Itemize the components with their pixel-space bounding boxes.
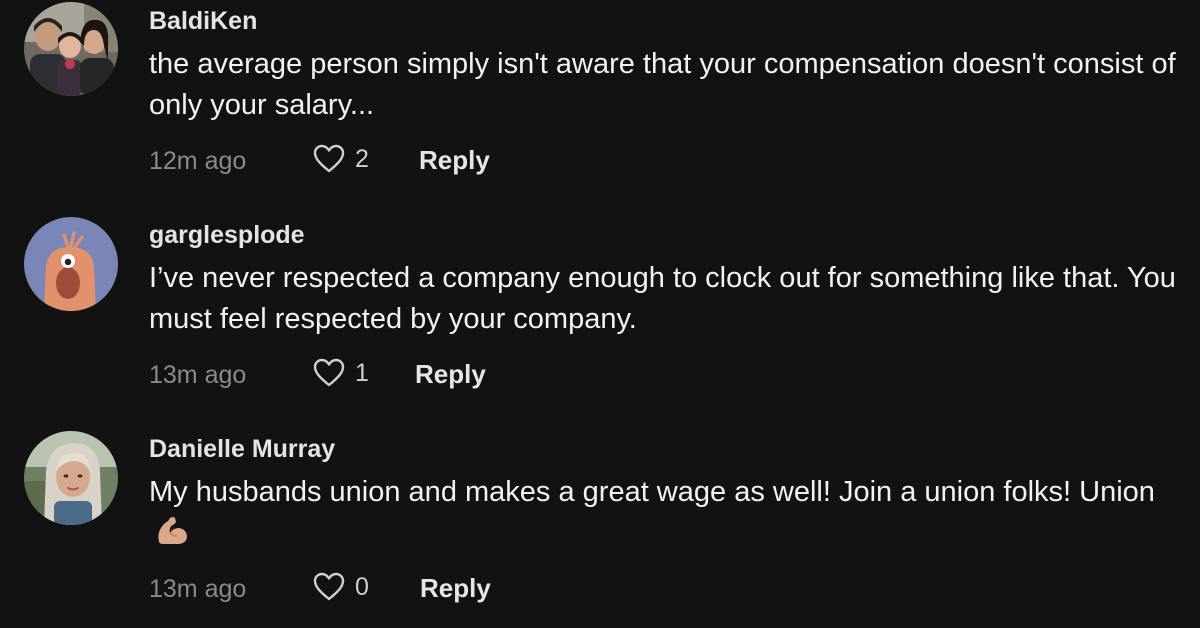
like-count: 0	[355, 572, 369, 601]
comment-timestamp: 12m ago	[149, 147, 247, 175]
comment-item: garglesplode I’ve never respected a comp…	[0, 214, 1200, 428]
comment-list: BaldiKen the average person simply isn't…	[0, 0, 1200, 628]
comment-meta: 13m ago 0 Reply	[149, 571, 649, 607]
comment-meta: 12m ago 2 Reply	[149, 143, 649, 179]
user-avatar[interactable]	[24, 2, 118, 96]
profile-photo-avatar	[24, 431, 118, 525]
like-button[interactable]: 0	[313, 571, 369, 603]
like-count: 1	[355, 358, 369, 387]
heart-icon	[313, 144, 345, 173]
comment-timestamp: 13m ago	[149, 361, 247, 389]
like-count: 2	[355, 144, 369, 173]
comment-meta: 13m ago 1 Reply	[149, 357, 649, 393]
comment-text-content: My husbands union and makes a great wage…	[149, 476, 1155, 508]
comment-username[interactable]: Danielle Murray	[149, 435, 335, 464]
heart-icon	[313, 572, 345, 601]
comment-item: Danielle Murray My husbands union and ma…	[0, 428, 1200, 628]
comment-text: My husbands union and makes a great wage…	[149, 472, 1179, 558]
reply-button[interactable]: Reply	[415, 359, 486, 390]
heart-icon	[313, 358, 345, 387]
comment-username[interactable]: garglesplode	[149, 221, 305, 250]
family-photo-avatar	[24, 2, 118, 96]
like-button[interactable]: 2	[313, 143, 369, 175]
comment-item: BaldiKen the average person simply isn't…	[0, 0, 1200, 214]
comment-username[interactable]: BaldiKen	[149, 7, 257, 36]
comment-timestamp: 13m ago	[149, 575, 247, 603]
comment-text: the average person simply isn't aware th…	[149, 48, 1176, 121]
flexed-biceps-icon	[155, 516, 189, 558]
user-avatar[interactable]	[24, 431, 118, 525]
comment-text: I’ve never respected a company enough to…	[149, 262, 1176, 335]
like-button[interactable]: 1	[313, 357, 369, 389]
reply-button[interactable]: Reply	[420, 573, 491, 604]
cartoon-creature-avatar	[24, 217, 118, 311]
reply-button[interactable]: Reply	[419, 145, 490, 176]
user-avatar[interactable]	[24, 217, 118, 311]
